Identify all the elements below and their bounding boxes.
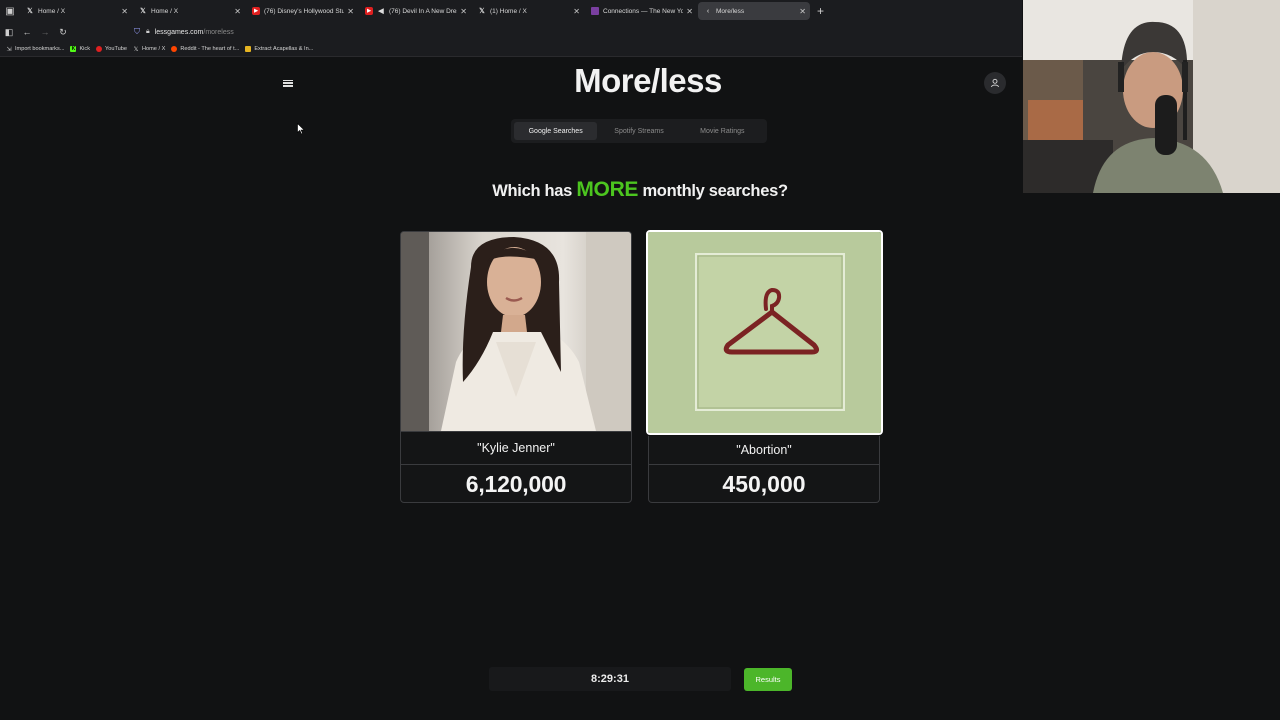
x-logo-icon: 𝕏: [27, 8, 33, 15]
results-button[interactable]: Results: [744, 668, 792, 691]
tab-google-searches[interactable]: Google Searches: [514, 122, 598, 140]
browser-tab[interactable]: Connections — The New York ✕: [585, 2, 697, 20]
x-logo-icon: 𝕏: [479, 8, 485, 15]
speaker-icon[interactable]: ◀: [377, 7, 385, 15]
shield-icon[interactable]: ⛉: [134, 27, 140, 37]
forward-icon[interactable]: →: [36, 27, 54, 37]
folder-icon: [245, 46, 252, 52]
x-logo-icon: 𝕏: [133, 46, 139, 53]
browser-tab[interactable]: 𝕏 Home / X ✕: [20, 2, 132, 20]
browser-tab[interactable]: 𝕏 Home / X ✕: [133, 2, 245, 20]
youtube-icon: ▶: [252, 7, 260, 15]
search-volume-value: 6,120,000: [401, 464, 631, 502]
bookmark-item[interactable]: 𝕏 Home / X: [133, 46, 166, 53]
tab-movie-ratings[interactable]: Movie Ratings: [681, 122, 764, 140]
question-highlight: MORE: [576, 178, 639, 201]
option-name: "Abortion": [736, 443, 792, 457]
reddit-icon: [171, 46, 178, 52]
browser-tab-active[interactable]: ‹ More/less ✕: [698, 2, 810, 20]
youtube-icon: [96, 46, 103, 52]
x-logo-icon: 𝕏: [140, 8, 146, 15]
import-icon: ⇲: [6, 46, 12, 53]
option-card-left[interactable]: "Kylie Jenner" 6,120,000: [400, 231, 632, 503]
search-volume-value: 450,000: [649, 464, 879, 503]
browser-tab-bar: ▣ 𝕏 Home / X ✕ 𝕏 Home / X ✕ ▶ (76) Disne…: [0, 0, 1022, 22]
close-tab-icon[interactable]: ✕: [573, 7, 580, 16]
close-tab-icon[interactable]: ✕: [347, 7, 354, 16]
option-name: "Kylie Jenner": [401, 431, 631, 464]
youtube-icon: ▶: [365, 7, 373, 15]
bookmark-item[interactable]: Reddit - The heart of t...: [171, 46, 239, 52]
address-bar[interactable]: ⛉ 🔒︎ lessgames.com/moreless: [134, 24, 234, 40]
countdown-timer: 8:29:31: [489, 667, 731, 691]
option-card-right-info[interactable]: "Abortion" 450,000: [648, 436, 880, 503]
bookmark-item[interactable]: ⇲ Import bookmarks...: [6, 46, 64, 53]
reload-icon[interactable]: ↻: [54, 27, 72, 38]
bookmark-item[interactable]: YouTube: [96, 46, 127, 52]
lock-icon[interactable]: 🔒︎: [146, 28, 150, 36]
sidebar-toggle-icon[interactable]: ◧: [0, 27, 18, 38]
url-path: /moreless: [203, 28, 234, 36]
tab-overview-icon[interactable]: ▣: [0, 0, 20, 22]
option-image-abortion: [648, 232, 881, 433]
user-account-icon[interactable]: [984, 72, 1006, 94]
close-tab-icon[interactable]: ✕: [121, 7, 128, 16]
mouse-cursor-icon: [297, 123, 305, 135]
kick-icon: K: [70, 46, 77, 52]
bookmarks-bar: ⇲ Import bookmarks... K Kick YouTube 𝕏 H…: [0, 42, 1022, 57]
option-card-right-selected[interactable]: [646, 230, 883, 435]
close-tab-icon[interactable]: ✕: [234, 7, 241, 16]
url-domain: lessgames.com: [154, 28, 204, 36]
lessgames-icon: ‹: [706, 7, 710, 15]
browser-tab[interactable]: 𝕏 (1) Home / X ✕: [472, 2, 584, 20]
close-tab-icon[interactable]: ✕: [460, 7, 467, 16]
game-mode-tabs: Google Searches Spotify Streams Movie Ra…: [511, 119, 767, 143]
browser-tab[interactable]: ▶ (76) Disney's Hollywood Studio ✕: [246, 2, 358, 20]
streamer-webcam: [1023, 0, 1280, 193]
option-image-kylie-jenner: [401, 232, 631, 431]
bookmark-item[interactable]: Extract Acapellas & In...: [245, 46, 313, 52]
new-tab-icon[interactable]: +: [817, 4, 824, 18]
tab-spotify-streams[interactable]: Spotify Streams: [597, 122, 680, 140]
bookmark-item[interactable]: K Kick: [70, 46, 90, 52]
browser-tab[interactable]: ▶ ◀ (76) Devil In A New Dress ✕: [359, 2, 471, 20]
back-icon[interactable]: ←: [18, 27, 36, 37]
close-tab-icon[interactable]: ✕: [799, 7, 806, 16]
nyt-icon: [591, 7, 599, 15]
close-tab-icon[interactable]: ✕: [686, 7, 693, 16]
browser-nav-bar: ◧ ← → ↻ ⛉ 🔒︎ lessgames.com/moreless: [0, 22, 1022, 42]
person-icon: [991, 78, 999, 88]
